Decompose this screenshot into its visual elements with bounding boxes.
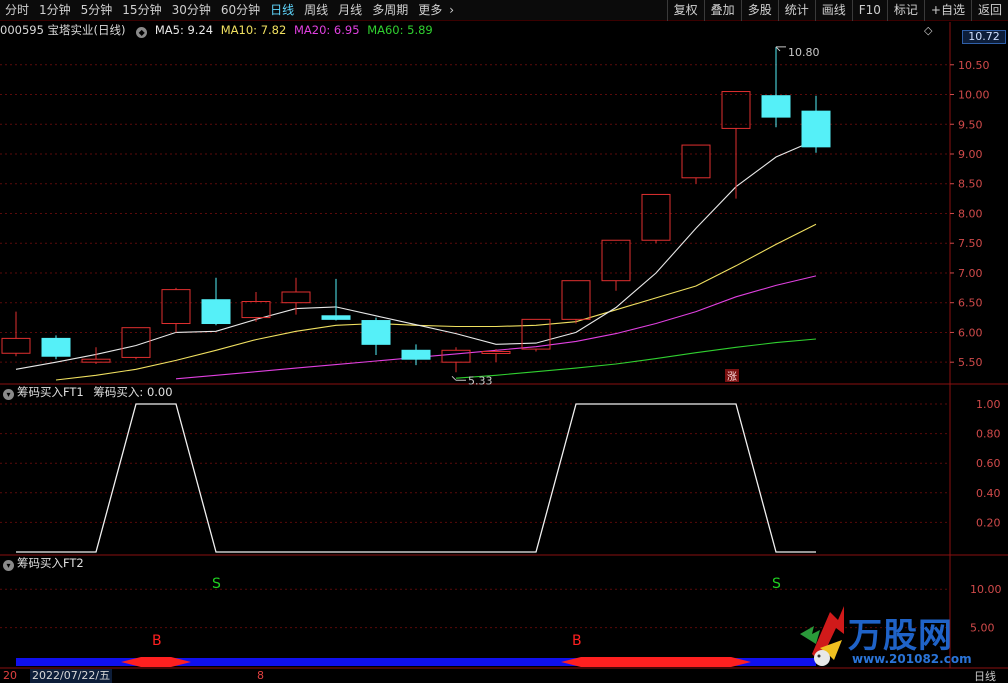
ma5-line (15, 139, 817, 370)
sell-signal-label: S (212, 576, 221, 592)
main-y-tick-label: 8.50 (958, 178, 983, 191)
buy-signal-label: B (572, 633, 582, 649)
candle-body (161, 289, 191, 325)
watermark-logo: 万股网 www.201082.com (790, 604, 990, 674)
candle-body (601, 239, 631, 282)
main-y-tick-label: 9.00 (958, 148, 983, 161)
ft1-y-tick-label: 0.40 (976, 487, 1001, 500)
high-marker (775, 46, 786, 52)
ma60-line (455, 338, 817, 379)
date-axis-prefix: 20 (3, 669, 17, 682)
candle-body (761, 95, 791, 118)
candle-body (441, 349, 471, 363)
ma10-line (55, 223, 817, 381)
date-axis-cursor-date: 2022/07/22/五 (30, 669, 113, 683)
candle-body (521, 318, 551, 350)
main-y-tick-label: 10.50 (958, 59, 990, 72)
main-y-tick-label: 5.50 (958, 356, 983, 369)
high-price-label: 10.80 (788, 46, 820, 59)
ma20-line (175, 275, 817, 380)
limit-up-badge-label: 涨 (727, 371, 737, 383)
ft2-red-band (561, 657, 751, 667)
date-axis-month-mark: 8 (257, 669, 264, 682)
main-y-tick-label: 7.00 (958, 267, 983, 280)
ft1-y-tick-label: 0.80 (976, 428, 1001, 441)
buy-signal-label: B (152, 633, 162, 649)
low-price-label: 5.33 (468, 374, 493, 387)
candle-body (81, 358, 111, 363)
candle-body (241, 301, 271, 319)
main-y-tick-label: 8.00 (958, 207, 983, 220)
main-y-tick-label: 10.00 (958, 89, 990, 102)
candle-body (361, 320, 391, 345)
candle-body (481, 350, 511, 354)
candle-body (401, 349, 431, 360)
watermark-brand: 万股网 (848, 616, 953, 656)
candle-body (641, 193, 671, 241)
kline-chart[interactable]: 10.50 10.00 9.50 9.00 8.50 8.00 7.50 7.00 6.50 6.… (0, 0, 1008, 683)
candle-body (801, 110, 831, 148)
candle-body (201, 299, 231, 325)
sell-signal-label: S (772, 576, 781, 592)
candle-body (721, 91, 751, 129)
candle-body (561, 280, 591, 320)
ft1-y-tick-label: 0.60 (976, 457, 1001, 470)
candle-body (681, 144, 711, 179)
main-y-tick-label: 9.50 (958, 118, 983, 131)
candle-body (321, 315, 351, 320)
ft1-line (16, 403, 816, 553)
candle-body (41, 337, 71, 357)
main-y-tick-label: 7.50 (958, 237, 983, 250)
candle-body (1, 337, 31, 354)
main-y-tick-label: 6.50 (958, 297, 983, 310)
ft2-y-tick-label: 10.00 (970, 583, 1002, 596)
ft1-y-tick-label: 1.00 (976, 398, 1001, 411)
candle-body (281, 291, 311, 304)
ft1-y-tick-label: 0.20 (976, 516, 1001, 529)
main-y-tick-label: 6.00 (958, 326, 983, 339)
watermark-url: www.201082.com (852, 652, 972, 666)
